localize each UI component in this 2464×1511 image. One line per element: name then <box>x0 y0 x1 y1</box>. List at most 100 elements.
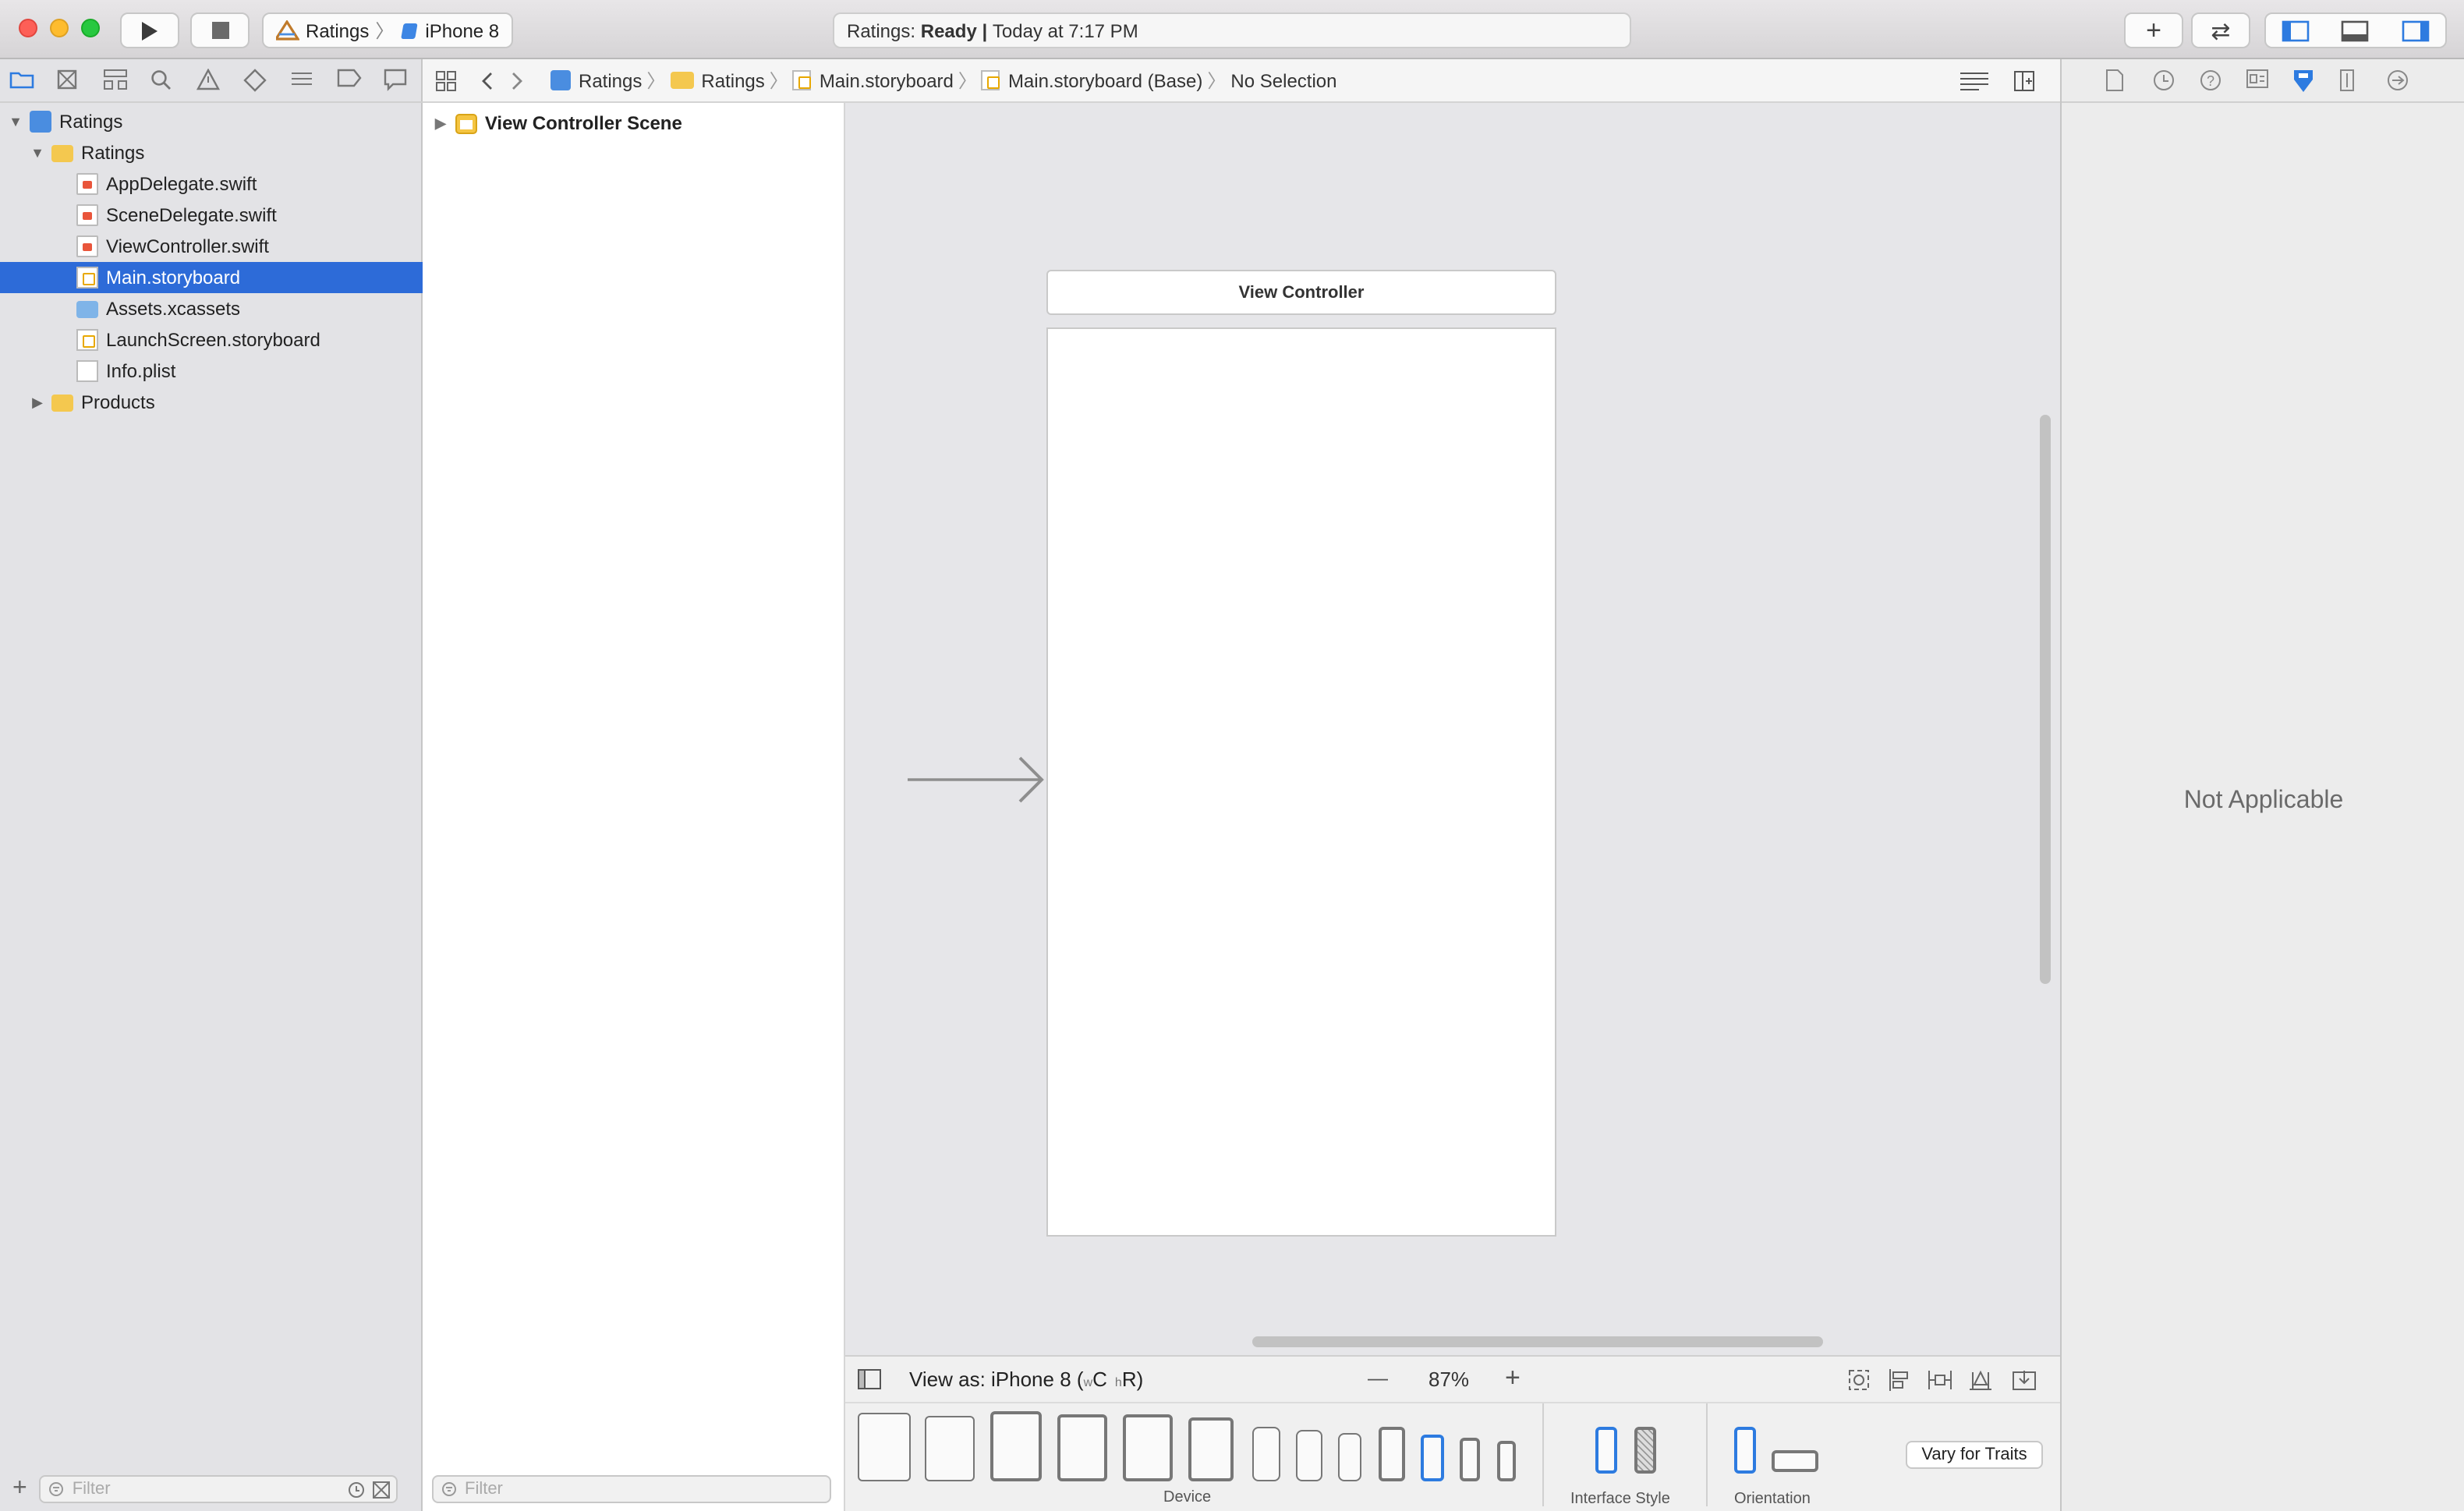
outline-scene-row[interactable]: ▶ View Controller Scene <box>435 112 682 134</box>
quick-help-icon[interactable]: ? <box>2199 68 2229 93</box>
add-file-icon[interactable]: + <box>12 1475 27 1503</box>
recent-files-clock-icon[interactable] <box>349 1481 366 1498</box>
dark-appearance-button[interactable] <box>1634 1427 1656 1474</box>
bottom-panel-toggle-icon[interactable] <box>2342 19 2370 41</box>
device-iphone-4s[interactable] <box>1497 1441 1516 1481</box>
document-outline: ▶ View Controller Scene Filter <box>423 103 845 1511</box>
landscape-orientation-button[interactable] <box>1772 1450 1818 1472</box>
symbol-navigator-icon[interactable] <box>103 68 133 93</box>
breakpoint-icon[interactable] <box>337 68 366 93</box>
identity-inspector-icon[interactable] <box>2246 68 2275 93</box>
right-panel-toggle-icon[interactable] <box>2402 19 2430 41</box>
forward-chevron-icon[interactable] <box>510 69 526 91</box>
breadcrumb-0[interactable]: Ratings <box>579 69 642 91</box>
breadcrumb-2[interactable]: Main.storyboard <box>820 69 954 91</box>
tree-file-main-storyboard[interactable]: Main.storyboard <box>0 262 423 293</box>
device-ipad-air[interactable] <box>1123 1414 1173 1481</box>
tree-file-launchscreen[interactable]: LaunchScreen.storyboard <box>0 324 423 356</box>
device-iphone-8-selected[interactable] <box>1421 1435 1444 1481</box>
outline-toggle-icon[interactable] <box>858 1369 881 1389</box>
tree-group-products[interactable]: ▶ Products <box>0 387 423 418</box>
tree-file-assets[interactable]: Assets.xcassets <box>0 293 423 324</box>
editor-options-lines-icon[interactable] <box>1960 71 1988 90</box>
tree-item-label: ViewController.swift <box>106 235 269 257</box>
device-ipad-pro-12-9-gen2[interactable] <box>990 1411 1042 1481</box>
align-icon[interactable] <box>1887 1368 1912 1392</box>
device-iphone-11-pro-max[interactable] <box>1252 1427 1280 1481</box>
view-controller-title-bar[interactable]: View Controller <box>1046 270 1556 315</box>
file-inspector-icon[interactable] <box>2105 68 2135 93</box>
add-constraints-icon[interactable] <box>1928 1368 1952 1392</box>
disclosure-collapsed-icon[interactable]: ▶ <box>435 115 446 132</box>
breadcrumb-3[interactable]: Main.storyboard (Base) <box>1008 69 1202 91</box>
code-review-button[interactable]: ⇄ <box>2191 12 2250 48</box>
zoom-window-button[interactable] <box>81 19 100 37</box>
portrait-orientation-button[interactable] <box>1734 1427 1756 1474</box>
tree-project-ratings[interactable]: ▼ Ratings <box>0 106 423 137</box>
folder-navigator-icon[interactable] <box>9 68 39 93</box>
add-editor-icon[interactable] <box>2013 69 2035 91</box>
folder-icon <box>670 72 694 89</box>
scm-filter-icon[interactable] <box>373 1481 391 1498</box>
source-control-icon[interactable] <box>56 68 86 93</box>
zoom-in-button[interactable]: + <box>1505 1363 1521 1394</box>
device-iphone-se[interactable] <box>1460 1438 1480 1481</box>
run-button[interactable] <box>120 12 179 48</box>
disclosure-expanded-icon[interactable]: ▼ <box>30 145 45 161</box>
stop-button[interactable] <box>190 12 250 48</box>
device-ipad-pro-10-5[interactable] <box>1057 1414 1107 1481</box>
warning-icon[interactable] <box>196 68 226 93</box>
width-class: C <box>1092 1368 1107 1391</box>
search-icon[interactable] <box>150 68 179 93</box>
status-time: Today at 7:17 PM <box>992 19 1138 41</box>
device-ipad-pro-11[interactable] <box>925 1416 975 1481</box>
canvas-horizontal-scrollbar[interactable] <box>1252 1336 1823 1347</box>
device-iphone-11-pro[interactable] <box>1338 1433 1361 1481</box>
tree-item-label: SceneDelegate.swift <box>106 204 277 226</box>
canvas-vertical-scrollbar[interactable] <box>2040 415 2051 984</box>
scheme-selector[interactable]: Ratings 〉 iPhone 8 <box>262 12 514 48</box>
embed-in-icon[interactable] <box>2012 1368 2037 1392</box>
tree-file-viewcontroller[interactable]: ViewController.swift <box>0 231 423 262</box>
close-window-button[interactable] <box>19 19 37 37</box>
view-controller-view[interactable] <box>1046 327 1556 1237</box>
tree-file-infoplist[interactable]: Info.plist <box>0 356 423 387</box>
back-chevron-icon[interactable] <box>479 69 494 91</box>
tree-item-label: Ratings <box>59 111 123 133</box>
tree-file-appdelegate[interactable]: AppDelegate.swift <box>0 168 423 200</box>
iphone-device-icon <box>401 23 417 38</box>
vary-for-traits-button[interactable]: Vary for Traits <box>1906 1441 2043 1469</box>
report-icon[interactable] <box>384 68 413 93</box>
device-ipad-mini[interactable] <box>1188 1417 1234 1481</box>
tree-file-scenedelegate[interactable]: SceneDelegate.swift <box>0 200 423 231</box>
resolve-issues-icon[interactable] <box>1968 1368 1993 1392</box>
connections-inspector-icon[interactable] <box>2386 68 2416 93</box>
update-frames-icon[interactable] <box>1846 1368 1871 1392</box>
size-inspector-icon[interactable] <box>2339 68 2369 93</box>
asset-catalog-icon <box>76 300 98 317</box>
left-panel-toggle-icon[interactable] <box>2282 19 2310 41</box>
disclosure-expanded-icon[interactable]: ▼ <box>8 114 23 129</box>
zoom-out-button[interactable]: — <box>1368 1366 1388 1389</box>
view-as-label[interactable]: View as: iPhone 8 ( w C h R ) <box>909 1368 1143 1391</box>
device-iphone-8-plus[interactable] <box>1379 1427 1405 1481</box>
related-items-grid-icon[interactable] <box>435 69 457 91</box>
orientation-caption: Orientation <box>1734 1491 1811 1508</box>
tree-group-ratings[interactable]: ▼ Ratings <box>0 137 423 168</box>
attributes-inspector-icon[interactable] <box>2292 68 2322 93</box>
test-diamond-icon[interactable] <box>243 68 273 93</box>
breadcrumb-1[interactable]: Ratings <box>701 69 764 91</box>
minimize-window-button[interactable] <box>50 19 69 37</box>
history-clock-icon[interactable] <box>2152 68 2182 93</box>
swap-arrows-icon: ⇄ <box>2211 18 2231 44</box>
debug-navigator-icon[interactable] <box>290 68 320 93</box>
breadcrumb-4[interactable]: No Selection <box>1230 69 1336 91</box>
device-ipad-pro-12-9[interactable] <box>858 1413 911 1481</box>
library-button[interactable]: + <box>2124 12 2183 48</box>
vary-for-traits-label: Vary for Traits <box>1921 1446 2027 1464</box>
navigator-filter-input[interactable]: Filter <box>39 1475 398 1503</box>
outline-filter-input[interactable]: Filter <box>432 1475 831 1503</box>
light-appearance-button[interactable] <box>1595 1427 1617 1474</box>
device-iphone-11[interactable] <box>1296 1430 1322 1481</box>
disclosure-collapsed-icon[interactable]: ▶ <box>30 394 45 411</box>
